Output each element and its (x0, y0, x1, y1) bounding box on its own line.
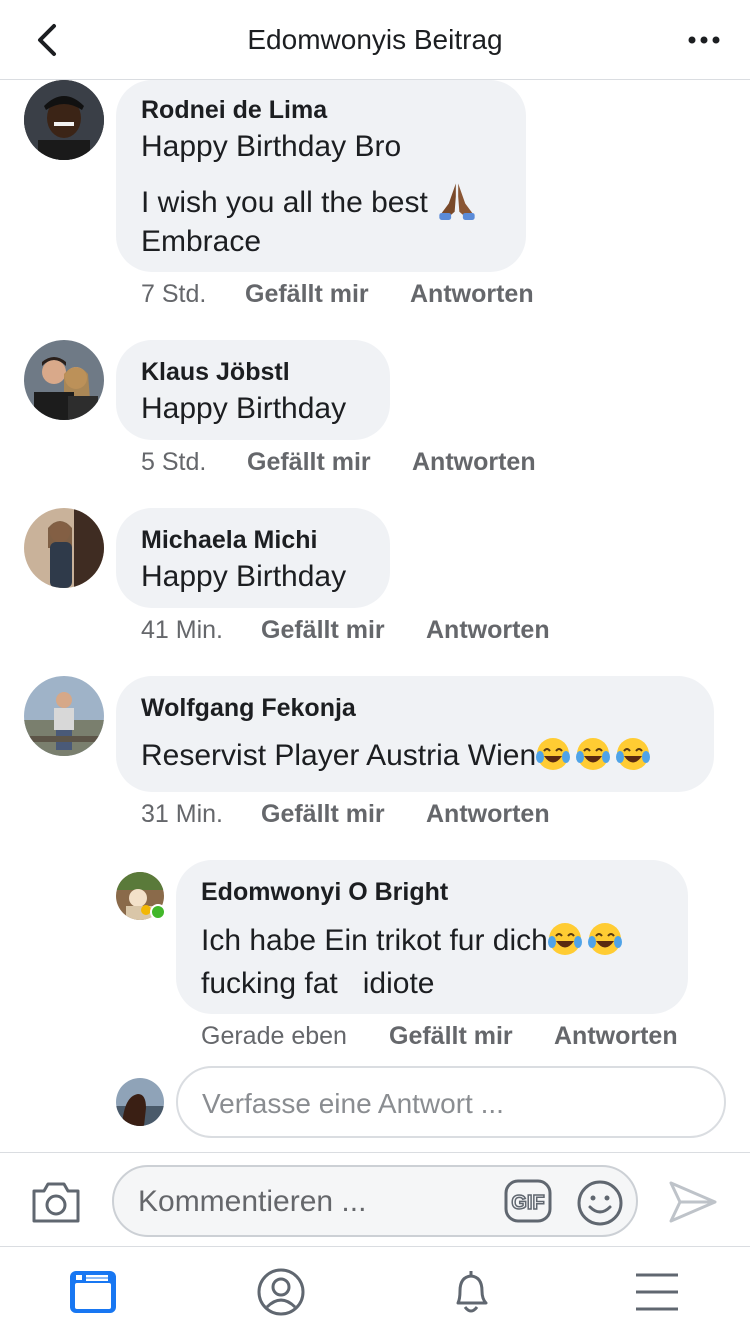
gif-icon[interactable]: GIF (504, 1179, 552, 1223)
news-feed-icon[interactable] (68, 1267, 118, 1317)
comment-time[interactable]: Gerade eben (201, 1022, 347, 1051)
avatar (116, 1078, 164, 1126)
reply-button[interactable]: Antworten (412, 448, 536, 477)
comment-text-line: fucking fat idiote (201, 967, 435, 1000)
comment-text-line: Ich habe Ein trikot fur dich (201, 922, 622, 959)
camera-icon[interactable] (30, 1179, 82, 1225)
comment-time[interactable]: 31 Min. (141, 800, 223, 829)
comment-text-segment: I wish you all the best (141, 186, 428, 219)
reply-button[interactable]: Antworten (554, 1022, 678, 1051)
gif-label: GIF (511, 1192, 544, 1214)
comment-time[interactable]: 41 Min. (141, 616, 223, 645)
like-button[interactable]: Gefällt mir (389, 1022, 513, 1051)
reply-button[interactable]: Antworten (426, 800, 550, 829)
bell-icon[interactable] (446, 1267, 496, 1317)
comment-text-segment: Ich habe Ein trikot fur dich (201, 924, 548, 957)
laughing-tears-emoji (616, 738, 651, 770)
avatar[interactable] (24, 508, 104, 588)
comment-text-line: Reservist Player Austria Wien (141, 737, 651, 774)
comment-text-segment: Reservist Player Austria Wien (141, 739, 537, 772)
avatar[interactable] (24, 80, 104, 160)
more-icon[interactable] (684, 24, 724, 56)
comment-input-placeholder: Kommentieren ... (138, 1185, 367, 1218)
page-title: Edomwonyis Beitrag (247, 24, 503, 55)
profile-icon[interactable] (256, 1267, 306, 1317)
comment-meta: 31 Min. Gefällt mir Antworten (141, 800, 581, 830)
comment-composer: Kommentieren ... GIF (0, 1152, 750, 1246)
comment-text-line: Happy Birthday (141, 392, 347, 425)
like-button[interactable]: Gefällt mir (245, 280, 369, 309)
praying-hands-emoji (439, 183, 475, 220)
reply-button[interactable]: Antworten (410, 280, 534, 309)
comment-meta: Gerade eben Gefällt mir Antworten (201, 1022, 701, 1052)
comment-text-line: Embrace (141, 225, 262, 258)
top-nav-bar: Edomwonyis Beitrag (0, 0, 750, 80)
reply-button[interactable]: Antworten (426, 616, 550, 645)
laughing-tears-emoji (587, 923, 622, 955)
reply-input[interactable]: Verfasse eine Antwort ... (176, 1066, 726, 1138)
comment-text-line: Happy Birthday (141, 560, 347, 593)
comment-time[interactable]: 5 Std. (141, 448, 206, 477)
menu-icon[interactable] (632, 1267, 682, 1317)
comment-author[interactable]: Klaus Jöbstl (141, 358, 290, 387)
comment-meta: 41 Min. Gefällt mir Antworten (141, 616, 581, 646)
avatar[interactable] (24, 340, 104, 420)
bottom-tab-bar (0, 1246, 750, 1334)
comment-input[interactable]: Kommentieren ... GIF (112, 1165, 638, 1237)
comment-author[interactable]: Wolfgang Fekonja (141, 694, 356, 723)
avatar[interactable] (24, 676, 104, 756)
like-button[interactable]: Gefällt mir (261, 616, 385, 645)
like-button[interactable]: Gefällt mir (247, 448, 371, 477)
send-icon[interactable] (668, 1179, 718, 1225)
comment-text-line: Happy Birthday Bro (141, 130, 402, 163)
comment-meta: 5 Std. Gefällt mir Antworten (141, 448, 561, 478)
comment-text-line: I wish you all the best (141, 180, 478, 221)
laughing-tears-emoji (547, 923, 582, 955)
smiley-icon[interactable] (576, 1179, 624, 1227)
laughing-tears-emoji (576, 738, 611, 770)
comment-author[interactable]: Michaela Michi (141, 526, 317, 555)
comment-meta: 7 Std. Gefällt mir Antworten (141, 280, 561, 310)
online-indicator (150, 904, 166, 920)
laughing-tears-emoji (536, 738, 571, 770)
comment-author[interactable]: Edomwonyi O Bright (201, 878, 448, 907)
like-button[interactable]: Gefällt mir (261, 800, 385, 829)
comment-author[interactable]: Rodnei de Lima (141, 96, 327, 125)
comment-time[interactable]: 7 Std. (141, 280, 206, 309)
reply-composer: Verfasse eine Antwort ... (116, 1066, 728, 1140)
